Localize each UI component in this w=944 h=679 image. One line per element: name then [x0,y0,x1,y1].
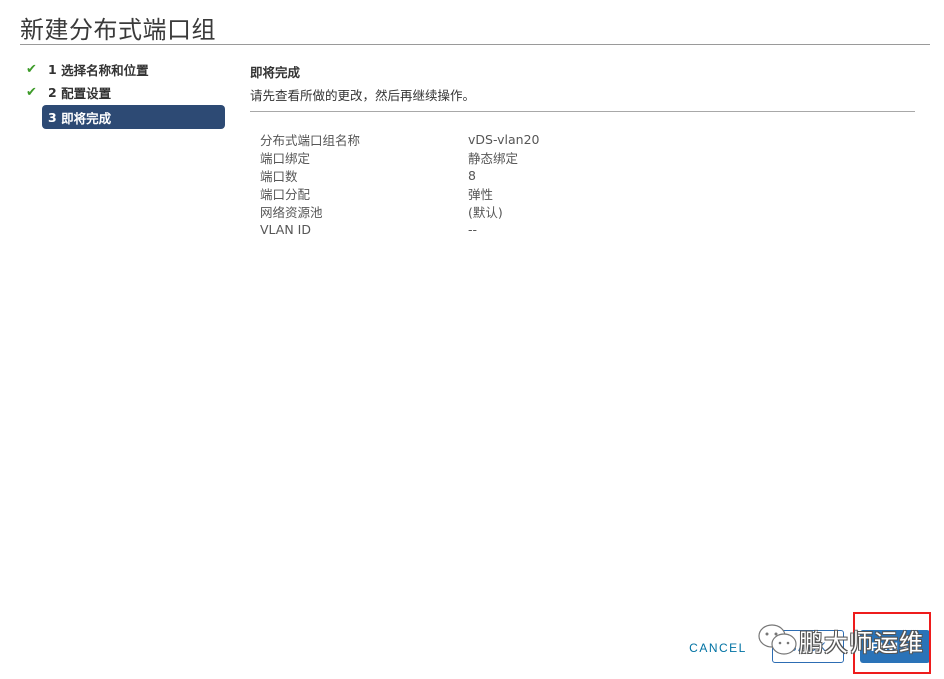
summary-value: vDS-vlan20 [468,131,540,147]
step-label: 选择名称和位置 [61,63,149,78]
cancel-button[interactable]: CANCEL [682,632,754,664]
section-description: 请先查看所做的更改，然后再继续操作。 [250,88,476,103]
step-number: 3 [48,109,57,125]
section-title: 即将完成 [250,65,301,80]
summary-row: 端口数 8 [260,166,540,184]
step-number: 1 [48,62,57,77]
summary-key: 网络资源池 [260,204,323,220]
step-3-active[interactable]: 3 即将完成 [42,105,225,129]
step-1[interactable]: ✔ 1 选择名称和位置 [26,58,232,81]
title-divider [20,44,930,45]
summary-value: -- [468,221,478,237]
step-number: 2 [48,85,57,100]
summary-key: VLAN ID [260,221,311,237]
step-2[interactable]: ✔ 2 配置设置 [26,81,232,104]
summary-key: 分布式端口组名称 [260,132,361,148]
summary-value: (默认) [468,204,503,220]
dialog-title: 新建分布式端口组 [20,16,216,44]
summary-row: 端口分配 弹性 [260,184,540,202]
summary-row: VLAN ID -- [260,220,540,238]
finish-button[interactable]: FINISH [860,630,930,663]
back-button[interactable]: BACK [772,630,844,663]
summary-key: 端口分配 [260,186,311,202]
summary-table: 分布式端口组名称 vDS-vlan20 端口绑定 静态绑定 端口数 8 端口分配… [260,130,540,238]
wizard-steps: ✔ 1 选择名称和位置 ✔ 2 配置设置 3 即将完成 [26,58,232,129]
summary-value: 8 [468,167,476,183]
content-divider [250,111,915,112]
summary-value: 静态绑定 [468,150,519,166]
summary-key: 端口绑定 [260,150,311,166]
check-icon: ✔ [26,62,37,77]
step-label: 即将完成 [61,110,112,126]
summary-row: 端口绑定 静态绑定 [260,148,540,166]
step-content: 即将完成 请先查看所做的更改，然后再继续操作。 [250,62,915,112]
check-icon: ✔ [26,85,37,100]
summary-key: 端口数 [260,168,298,184]
step-label: 配置设置 [61,86,112,101]
summary-row: 网络资源池 (默认) [260,202,540,220]
summary-row: 分布式端口组名称 vDS-vlan20 [260,130,540,148]
summary-value: 弹性 [468,186,494,202]
